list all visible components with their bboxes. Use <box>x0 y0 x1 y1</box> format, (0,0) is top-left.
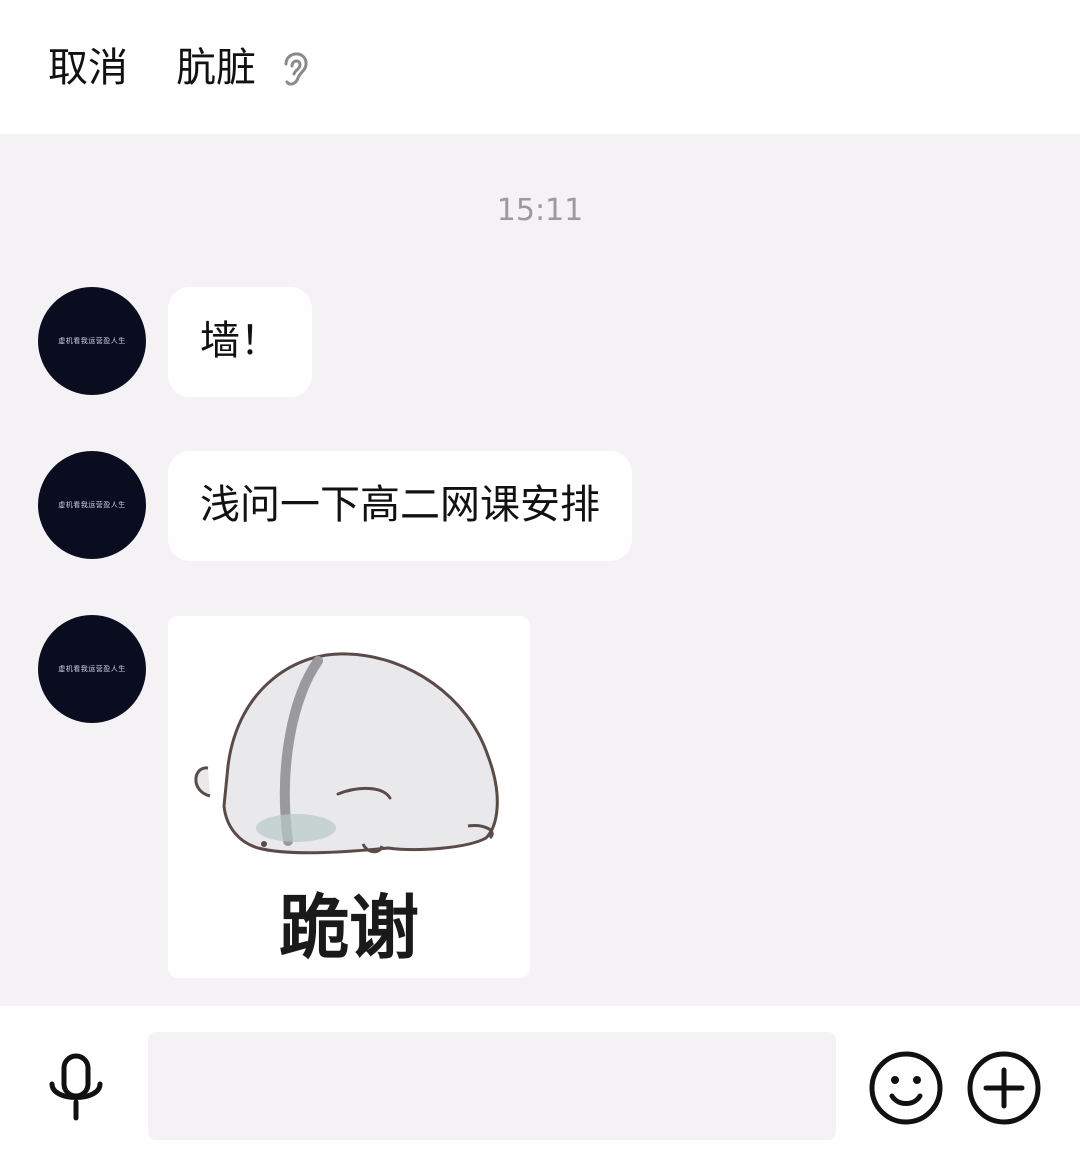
message-bubble[interactable]: 浅问一下高二网课安排 <box>168 451 632 561</box>
message-text: 浅问一下高二网课安排 <box>200 482 600 528</box>
avatar[interactable]: 虚机看我运营盈人生 <box>38 615 146 723</box>
message-bubble[interactable]: 墙！ <box>168 287 312 397</box>
cancel-button[interactable]: 取消 <box>48 40 128 96</box>
avatar[interactable]: 虚机看我运营盈人生 <box>38 287 146 395</box>
plus-icon[interactable] <box>966 1050 1042 1126</box>
avatar-text: 虚机看我运营盈人生 <box>58 501 126 509</box>
sticker-message[interactable]: 跪谢 <box>168 616 530 978</box>
top-bar: 取消 肮脏 <box>0 0 1080 134</box>
message-timestamp: 15:11 <box>496 193 584 228</box>
avatar-text: 虚机看我运营盈人生 <box>58 665 126 673</box>
sticker-caption: 跪谢 <box>279 887 419 969</box>
ear-icon[interactable] <box>276 44 312 92</box>
microphone-icon[interactable] <box>44 1052 108 1124</box>
avatar-text: 虚机看我运营盈人生 <box>58 337 126 345</box>
message-text: 墙！ <box>200 318 280 364</box>
chat-title: 肮脏 <box>176 45 256 91</box>
avatar[interactable]: 虚机看我运营盈人生 <box>38 451 146 559</box>
smiley-icon[interactable] <box>868 1050 944 1126</box>
message-input[interactable] <box>148 1032 836 1140</box>
